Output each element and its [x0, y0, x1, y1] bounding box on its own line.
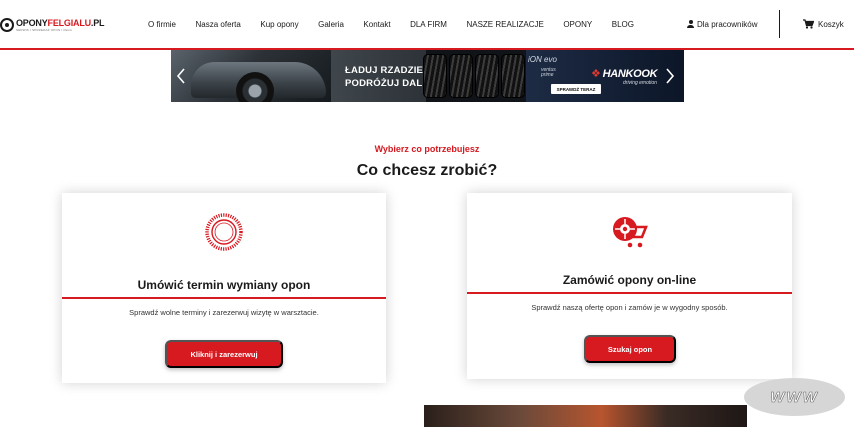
- cart-icon: [803, 19, 814, 29]
- banner-tires-image: [423, 54, 525, 98]
- site-header: OPONYFELGIALU.PL SERWIS I SPRZEDAŻ OPON …: [0, 0, 854, 50]
- promo-banner[interactable]: ŁADUJ RZADZIEJ, PODRÓŻUJ DALEJ iON evo v…: [171, 50, 684, 102]
- banner-slogan-line2: PODRÓŻUJ DALEJ: [345, 78, 435, 89]
- cart-link[interactable]: Koszyk: [803, 0, 844, 48]
- tire-shape: [449, 54, 473, 98]
- logo-title-dark: OPONY: [16, 17, 48, 28]
- banner-slogan-panel: [331, 50, 426, 102]
- workshop-photo: [424, 405, 747, 427]
- nav-item-o-firmie[interactable]: O firmie: [148, 20, 176, 29]
- www-badge-label: WWW: [770, 388, 819, 406]
- tire-icon: [205, 213, 243, 251]
- car-wheel-shape: [236, 72, 274, 102]
- www-badge[interactable]: WWW: [744, 378, 845, 416]
- logo-subtitle: SERWIS I SPRZEDAŻ OPON I FELG: [16, 27, 73, 32]
- logo-text: OPONYFELGIALU.PL SERWIS I SPRZEDAŻ OPON …: [16, 17, 105, 32]
- tire-shape: [475, 54, 499, 98]
- chevron-right-icon[interactable]: [665, 68, 675, 84]
- banner-slogan-line1: ŁADUJ RZADZIEJ,: [345, 65, 432, 76]
- section-kicker: Wybierz co potrzebujesz: [374, 144, 480, 154]
- card-description: Sprawdź naszą ofertę opon i zamów je w w…: [531, 303, 728, 312]
- main-nav: O firmie Nasza oferta Kup opony Galeria …: [148, 0, 634, 48]
- card-order-online: Zamówić opony on-line Sprawdź naszą ofer…: [467, 193, 792, 379]
- nav-item-opony[interactable]: OPONY: [563, 20, 592, 29]
- card-divider: [62, 297, 386, 299]
- section-title: Co chcesz zrobić?: [356, 162, 498, 179]
- search-tires-button[interactable]: Szukaj opon: [584, 335, 676, 363]
- card-description: Sprawdź wolne terminy i zarezerwuj wizyt…: [129, 308, 319, 317]
- person-icon: [687, 20, 694, 28]
- employees-link[interactable]: Dla pracowników: [687, 0, 757, 48]
- banner-product-sub: ventus prime: [541, 68, 556, 78]
- card-title: Umówić termin wymiany opon: [137, 278, 311, 292]
- nav-item-kup-opony[interactable]: Kup opony: [260, 20, 298, 29]
- hankook-logo-icon: ❖: [591, 68, 601, 80]
- card-book-appointment: Umówić termin wymiany opon Sprawdź wolne…: [62, 193, 386, 383]
- nav-item-kontakt[interactable]: Kontakt: [363, 20, 390, 29]
- shopping-cart-wheel-icon: [613, 217, 648, 248]
- logo-title-suffix: .PL: [90, 17, 105, 28]
- banner-brand: ❖ HANKOOK: [591, 67, 658, 80]
- header-divider: [779, 10, 780, 38]
- logo-title: OPONYFELGIALU.PL: [16, 17, 105, 28]
- banner-cta-button[interactable]: SPRAWDŹ TERAZ: [551, 84, 601, 94]
- banner-brand-name: HANKOOK: [602, 68, 658, 80]
- banner-product-sub2: prime: [541, 72, 554, 78]
- tire-shape: [501, 54, 525, 98]
- cart-label: Koszyk: [818, 19, 844, 29]
- banner-brand-tagline: driving emotion: [623, 80, 657, 86]
- banner-product-line: iON evo: [528, 55, 557, 64]
- logo-title-red: FELGIALU: [47, 17, 92, 28]
- nav-item-galeria[interactable]: Galeria: [318, 20, 344, 29]
- nav-item-dla-firm[interactable]: DLA FIRM: [410, 20, 447, 29]
- nav-item-nasza-oferta[interactable]: Nasza oferta: [196, 20, 241, 29]
- nav-item-blog[interactable]: BLOG: [612, 20, 634, 29]
- chevron-left-icon[interactable]: [176, 68, 186, 84]
- book-appointment-button[interactable]: Kliknij i zarezerwuj: [165, 340, 283, 368]
- nav-item-nasze-realizacje[interactable]: NASZE REALIZACJE: [466, 20, 543, 29]
- wheel-logo-icon: [0, 18, 14, 32]
- site-logo[interactable]: OPONYFELGIALU.PL SERWIS I SPRZEDAŻ OPON …: [0, 14, 105, 36]
- card-divider: [467, 292, 792, 294]
- employees-label: Dla pracowników: [697, 19, 758, 29]
- banner-car-image: [171, 50, 331, 102]
- card-title: Zamówić opony on-line: [562, 273, 697, 287]
- tire-shape: [423, 54, 447, 98]
